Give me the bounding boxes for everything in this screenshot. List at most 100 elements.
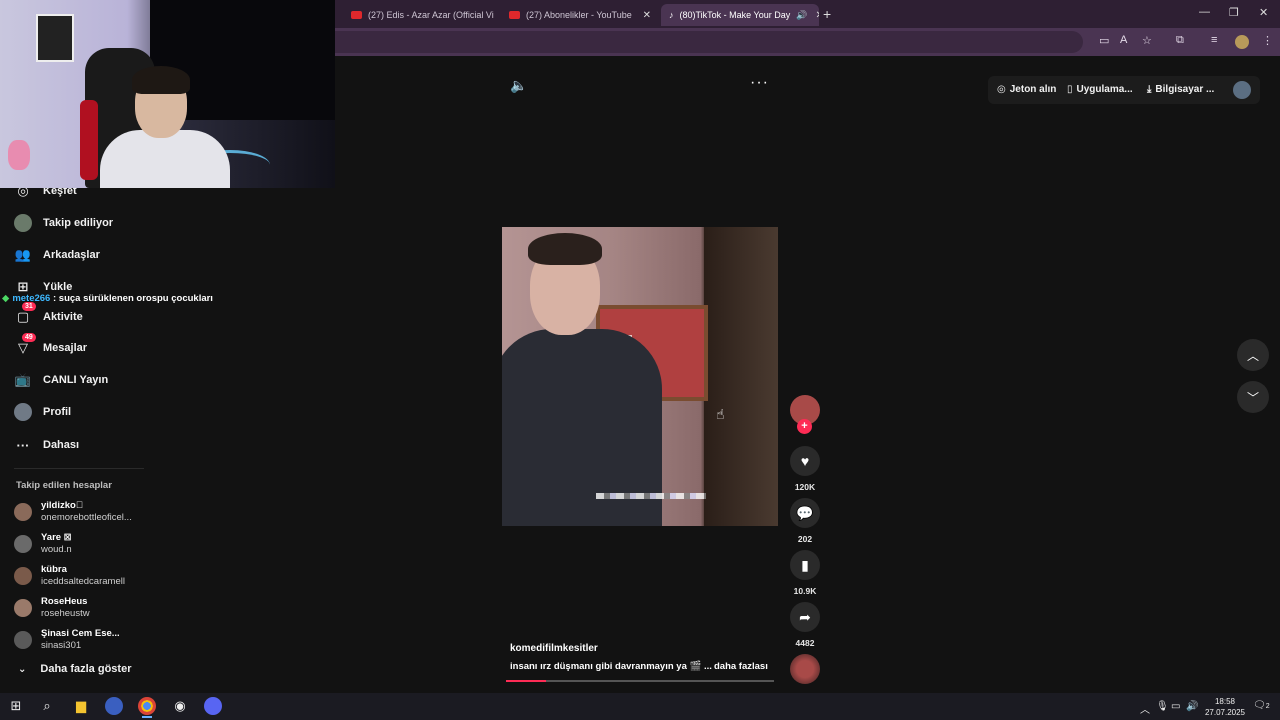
get-app-label: Uygulama... bbox=[1076, 84, 1133, 95]
sidebar-item-label: Mesajlar bbox=[43, 342, 88, 354]
music-disc[interactable] bbox=[790, 654, 820, 684]
windows-taskbar bbox=[0, 693, 1280, 720]
extensions-icon[interactable]: ⧉ bbox=[1176, 34, 1184, 47]
comment-icon: 💬 bbox=[796, 504, 814, 521]
app-icon[interactable] bbox=[105, 697, 123, 715]
followed-account[interactable]: yildizko  onemorebottleoficel... bbox=[14, 500, 132, 524]
previous-video-button[interactable]: ︿ bbox=[1237, 339, 1269, 371]
sidebar-item-more[interactable]: ··· Dahası bbox=[14, 436, 80, 454]
windows-start-icon[interactable]: ⊞ bbox=[7, 697, 25, 715]
webcam-poster bbox=[36, 14, 74, 62]
get-coins-button[interactable]: ◎ Jeton alın bbox=[997, 84, 1056, 95]
tab-abonelikler[interactable]: (27) Abonelikler - YouTube ✕ bbox=[501, 4, 659, 26]
volume-icon[interactable]: 🔈 bbox=[510, 77, 527, 94]
share-arrow-icon: ➦ bbox=[799, 608, 811, 625]
translate-icon[interactable]: A bbox=[1120, 34, 1127, 46]
youtube-icon bbox=[351, 11, 362, 19]
reading-list-icon[interactable]: ≡ bbox=[1211, 34, 1217, 46]
video-progress-fill bbox=[506, 680, 547, 682]
tab-close-icon[interactable]: ✕ bbox=[635, 10, 651, 21]
file-explorer-icon[interactable]: ▆ bbox=[72, 697, 90, 715]
sidebar-item-label: Arkadaşlar bbox=[43, 249, 100, 261]
youtube-icon bbox=[509, 11, 520, 19]
sidebar-item-activity[interactable]: ▢ 31 Aktivite bbox=[14, 302, 83, 326]
tray-chevron-up-icon[interactable]: ︿ bbox=[1140, 701, 1150, 716]
avatar bbox=[14, 503, 32, 521]
sidebar-divider bbox=[14, 468, 144, 469]
share-button[interactable]: ➦ bbox=[790, 602, 820, 632]
avatar bbox=[14, 599, 32, 617]
comment-button[interactable]: 💬 bbox=[790, 498, 820, 528]
screen: (27) Edis - Azar Azar (Official Vi ✕ (27… bbox=[0, 0, 1280, 720]
activity-icon: ▢ 31 bbox=[14, 302, 36, 326]
notification-count: 2 bbox=[1265, 703, 1270, 710]
caption-see-more-link[interactable]: daha fazlası bbox=[714, 661, 768, 672]
followed-account[interactable]: Şinasi Cem Ese... sinasi301 bbox=[14, 628, 120, 652]
tab-close-icon[interactable]: ✕ bbox=[807, 10, 819, 21]
sidebar-item-live[interactable]: 📺 CANLI Yayın bbox=[14, 371, 108, 389]
followed-account[interactable]: kübra iceddsaltedcaramell bbox=[14, 564, 125, 588]
address-bar[interactable] bbox=[335, 31, 1083, 53]
microphone-icon[interactable]: 🎙 bbox=[1156, 701, 1169, 712]
obs-icon[interactable]: ◉ bbox=[171, 697, 189, 715]
avatar bbox=[14, 567, 32, 585]
follow-plus-icon[interactable]: + bbox=[797, 419, 812, 434]
user-avatar[interactable] bbox=[1233, 81, 1251, 99]
more-options-icon[interactable]: ··· bbox=[750, 74, 769, 92]
save-count: 10.9K bbox=[793, 586, 817, 596]
sidebar-item-profile[interactable]: Profil bbox=[14, 403, 71, 421]
followed-account[interactable]: Yare ⊠ woud.n bbox=[14, 532, 72, 556]
discord-icon[interactable] bbox=[204, 697, 222, 715]
see-more-accounts-button[interactable]: ⌄ Daha fazla göster bbox=[18, 663, 131, 675]
minimize-button[interactable]: — bbox=[1199, 6, 1210, 18]
video-glitch-artifact bbox=[596, 493, 706, 499]
account-name: Yare ⊠ bbox=[41, 532, 72, 543]
account-handle: woud.n bbox=[41, 544, 72, 555]
video-player[interactable] bbox=[502, 227, 778, 526]
account-handle: roseheustw bbox=[41, 608, 90, 619]
chevron-down-icon: ﹀ bbox=[1246, 390, 1259, 405]
messages-icon: ▽ 49 bbox=[14, 333, 36, 357]
new-tab-button[interactable]: + bbox=[823, 6, 831, 22]
network-icon[interactable]: ▭ bbox=[1171, 701, 1180, 712]
download-icon: ⤓ bbox=[1147, 84, 1152, 95]
restore-button[interactable]: ❐ bbox=[1229, 6, 1239, 19]
comment-count: 202 bbox=[797, 534, 813, 544]
system-clock[interactable]: 18:58 27.07.2025 bbox=[1200, 696, 1250, 718]
notification-center-icon[interactable]: 🗨2 bbox=[1253, 700, 1270, 711]
phone-icon: ▯ bbox=[1067, 84, 1073, 95]
get-app-button[interactable]: ▯ Uygulama... bbox=[1067, 84, 1133, 95]
search-icon[interactable]: ⌕ bbox=[38, 697, 56, 715]
tab-title: (27) Edis - Azar Azar (Official Vi bbox=[368, 10, 494, 20]
sidebar-item-following[interactable]: Takip ediliyor bbox=[14, 214, 113, 232]
following-accounts-title: Takip edilen hesaplar bbox=[16, 480, 112, 491]
followed-account[interactable]: RoseHeus roseheustw bbox=[14, 596, 90, 620]
tab-audio-icon[interactable]: 🔊 bbox=[796, 10, 807, 21]
tab-edis[interactable]: (27) Edis - Azar Azar (Official Vi ✕ bbox=[343, 4, 503, 26]
like-button[interactable]: ♥ bbox=[790, 446, 820, 476]
desktop-app-label: Bilgisayar ... bbox=[1155, 84, 1215, 95]
webcam-doll bbox=[8, 140, 30, 170]
next-video-button[interactable]: ﹀ bbox=[1237, 381, 1269, 413]
tab-title: (80)TikTok - Make Your Day bbox=[679, 10, 791, 20]
video-author[interactable]: komedifilmkesitler bbox=[510, 643, 598, 654]
profile-avatar[interactable] bbox=[1235, 35, 1249, 49]
bookmark-star-icon[interactable]: ☆ bbox=[1142, 34, 1152, 47]
hand-cursor-icon: ☝ bbox=[716, 406, 725, 422]
save-button[interactable]: ▮ bbox=[790, 550, 820, 580]
close-window-button[interactable]: ✕ bbox=[1259, 6, 1268, 19]
chevron-up-icon: ︿ bbox=[1246, 348, 1259, 363]
live-icon: 📺 bbox=[14, 372, 32, 387]
sidebar-item-friends[interactable]: 👥 Arkadaşlar bbox=[14, 246, 100, 264]
browser-menu-icon[interactable]: ⋮ bbox=[1262, 34, 1273, 47]
more-icon: ··· bbox=[16, 437, 30, 453]
chrome-icon[interactable] bbox=[138, 697, 156, 718]
desktop-app-button[interactable]: ⤓ Bilgisayar ... bbox=[1147, 84, 1214, 95]
sidebar-item-messages[interactable]: ▽ 49 Mesajlar bbox=[14, 333, 88, 357]
speaker-icon[interactable]: 🔊 bbox=[1186, 701, 1198, 712]
tab-tiktok[interactable]: ♪ (80)TikTok - Make Your Day 🔊 ✕ bbox=[661, 4, 819, 26]
video-progress-bar[interactable] bbox=[506, 680, 774, 682]
cast-icon[interactable]: ▭ bbox=[1099, 34, 1109, 47]
chat-message: : suça sürüklenen orospu çocukları bbox=[50, 293, 213, 304]
friends-icon: 👥 bbox=[14, 247, 32, 262]
